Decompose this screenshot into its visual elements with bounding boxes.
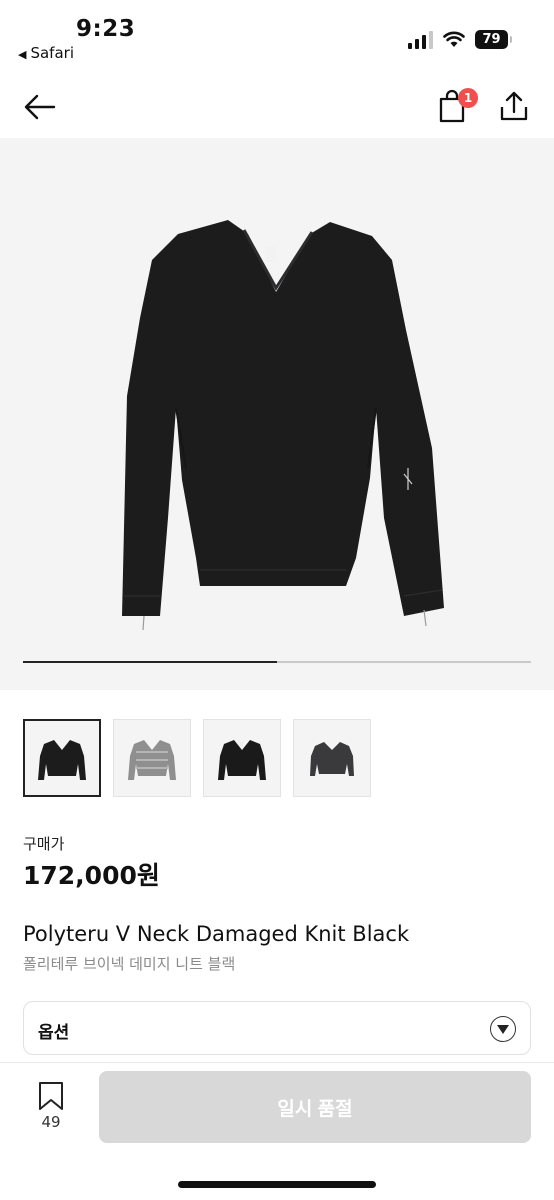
status-bar: 9:23 ◀ Safari 79 (0, 0, 554, 70)
cellular-signal-icon (408, 30, 433, 49)
back-triangle-icon: ◀ (18, 48, 27, 61)
arrow-left-icon (24, 94, 56, 120)
option-selector[interactable]: 옵션 (23, 1001, 531, 1055)
bookmark-button[interactable]: 49 (30, 1081, 72, 1137)
price-label: 구매가 (23, 835, 65, 853)
back-button[interactable] (22, 90, 58, 124)
thumbnail-image (218, 740, 266, 780)
battery-level: 79 (482, 32, 501, 47)
thumbnail-3[interactable] (203, 719, 281, 797)
carousel-progress-track (23, 661, 531, 663)
back-to-app-link[interactable]: ◀ Safari (18, 44, 74, 62)
battery-icon: 79 (475, 30, 512, 49)
thumbnail-2[interactable] (113, 719, 191, 797)
thumbnail-1[interactable] (23, 719, 101, 797)
thumbnail-image (38, 740, 86, 780)
thumbnail-image (128, 740, 176, 780)
carousel-progress-fill (23, 661, 277, 663)
sold-out-button[interactable]: 일시 품절 (99, 1071, 531, 1143)
product-price: 172,000원 (23, 861, 160, 890)
product-name-korean: 폴리테루 브이넥 데미지 니트 블랙 (23, 955, 236, 973)
home-indicator (178, 1181, 376, 1188)
bookmark-icon (39, 1082, 63, 1110)
back-app-label: Safari (30, 44, 74, 62)
thumbnail-image (310, 742, 354, 776)
wifi-icon (443, 31, 465, 47)
product-name: Polyteru V Neck Damaged Knit Black (23, 922, 410, 946)
bottom-action-bar: 49 일시 품절 (0, 1062, 554, 1200)
status-time: 9:23 (76, 16, 136, 42)
system-icons: 79 (408, 30, 512, 49)
thumbnail-strip (23, 719, 371, 797)
cart-count-badge: 1 (458, 88, 478, 108)
thumbnail-4[interactable] (293, 719, 371, 797)
share-icon (500, 91, 528, 121)
product-image-carousel[interactable] (0, 138, 554, 690)
bookmark-count: 49 (41, 1113, 61, 1131)
option-label: 옵션 (38, 1023, 70, 1043)
chevron-down-circle-icon (490, 1016, 516, 1042)
product-image (122, 220, 444, 631)
share-button[interactable] (496, 88, 532, 124)
